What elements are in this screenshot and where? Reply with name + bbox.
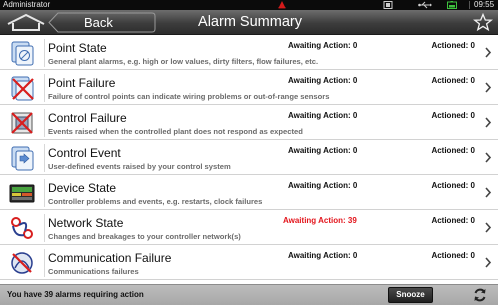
actioned-count: Actioned: 0 (431, 216, 475, 225)
alarm-icon[interactable] (277, 0, 287, 10)
chevron-right-icon (485, 222, 492, 233)
alarm-name: Network State (48, 216, 124, 230)
actioned-count: Actioned: 0 (431, 251, 475, 260)
home-icon[interactable] (4, 12, 48, 33)
status-bar: Administrator 09:55 (0, 0, 498, 10)
alarm-description: Failure of control points can indicate w… (48, 92, 330, 101)
awaiting-count: Awaiting Action: 0 (288, 146, 358, 155)
control-failure-icon (11, 112, 33, 134)
alarm-row-control-failure[interactable]: Control Failure Events raised when the c… (0, 105, 498, 140)
alarm-name: Device State (48, 181, 117, 195)
row-divider (44, 39, 45, 67)
actioned-count: Actioned: 0 (431, 146, 475, 155)
sd-card-icon (383, 1, 393, 9)
alarm-row-point-failure[interactable]: Point Failure Failure of control points … (0, 70, 498, 105)
usb-icon (418, 1, 432, 9)
star-icon[interactable] (473, 13, 493, 32)
chevron-right-icon (485, 117, 492, 128)
battery-icon (447, 1, 457, 9)
row-divider (44, 179, 45, 207)
chevron-right-icon (485, 82, 492, 93)
control-event-icon (11, 146, 34, 171)
back-button[interactable]: Back (48, 12, 156, 33)
actioned-count: Actioned: 0 (431, 41, 475, 50)
actioned-count: Actioned: 0 (431, 111, 475, 120)
device-state-icon (9, 184, 35, 203)
alarm-name: Control Event (48, 146, 121, 160)
alarm-description: Changes and breakages to your controller… (48, 232, 241, 241)
network-state-icon (11, 217, 33, 239)
alarm-description: Communications failures (48, 267, 139, 276)
alarm-name: Control Failure (48, 111, 127, 125)
row-divider (44, 144, 45, 172)
snooze-button[interactable]: Snooze (388, 287, 433, 303)
actioned-count: Actioned: 0 (431, 76, 475, 85)
alarm-row-device-state[interactable]: Device State Controller problems and eve… (0, 175, 498, 210)
alarm-row-control-event[interactable]: Control Event User-defined events raised… (0, 140, 498, 175)
row-divider (44, 249, 45, 277)
point-failure-icon (11, 76, 34, 101)
chevron-right-icon (485, 187, 492, 198)
row-divider (44, 74, 45, 102)
alarm-description: General plant alarms, e.g. high or low v… (48, 57, 319, 66)
status-divider (469, 1, 470, 9)
awaiting-count: Awaiting Action: 39 (283, 216, 357, 225)
alarm-row-point-state[interactable]: Point State General plant alarms, e.g. h… (0, 35, 498, 70)
page-title: Alarm Summary (198, 14, 302, 30)
clock: 09:55 (474, 0, 495, 9)
refresh-icon[interactable] (472, 287, 488, 303)
alarm-row-communication-failure[interactable]: Communication Failure Communications fai… (0, 245, 498, 280)
alarm-description: Events raised when the controlled plant … (48, 127, 303, 136)
alarm-name: Communication Failure (48, 251, 172, 265)
actioned-count: Actioned: 0 (431, 181, 475, 190)
row-divider (44, 109, 45, 137)
chevron-right-icon (485, 257, 492, 268)
alarm-description: Controller problems and events, e.g. res… (48, 197, 263, 206)
alarm-count-message: You have 39 alarms requiring action (7, 290, 144, 299)
alarm-name: Point State (48, 41, 107, 55)
alarm-name: Point Failure (48, 76, 116, 90)
point-state-icon (11, 41, 34, 66)
alarm-description: User-defined events raised by your contr… (48, 162, 231, 171)
footer-bar: You have 39 alarms requiring action Snoo… (0, 284, 498, 305)
back-label: Back (84, 15, 113, 30)
awaiting-count: Awaiting Action: 0 (288, 111, 358, 120)
chevron-right-icon (485, 152, 492, 163)
logged-in-user: Administrator (3, 0, 51, 9)
alarm-list: Point State General plant alarms, e.g. h… (0, 35, 498, 284)
communication-failure-icon (11, 252, 33, 274)
alarm-row-network-state[interactable]: Network State Changes and breakages to y… (0, 210, 498, 245)
chevron-right-icon (485, 47, 492, 58)
awaiting-count: Awaiting Action: 0 (288, 251, 358, 260)
row-divider (44, 214, 45, 242)
awaiting-count: Awaiting Action: 0 (288, 76, 358, 85)
title-bar: Back Alarm Summary (0, 10, 498, 35)
awaiting-count: Awaiting Action: 0 (288, 41, 358, 50)
awaiting-count: Awaiting Action: 0 (288, 181, 358, 190)
